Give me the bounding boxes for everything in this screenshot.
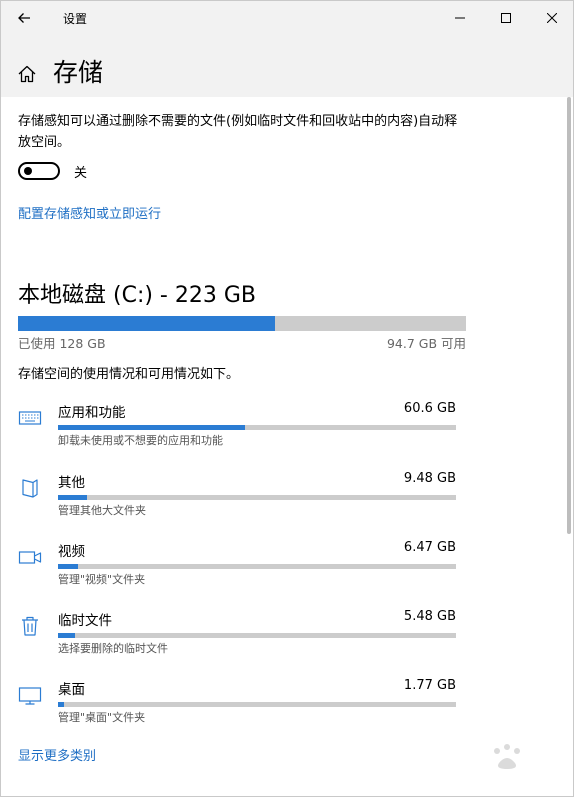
- category-subtitle: 管理"视频"文件夹: [58, 573, 146, 586]
- maximize-button[interactable]: [483, 1, 529, 35]
- title-bar[interactable]: 设置: [1, 1, 573, 35]
- drive-title: 本地磁盘 (C:) - 223 GB: [18, 283, 256, 308]
- category-name: 其他: [58, 475, 85, 491]
- category-bar: [58, 702, 456, 707]
- back-button[interactable]: [11, 6, 37, 30]
- category-bar-fill: [58, 495, 88, 500]
- category-temporary-files[interactable]: 临时文件 5.48 GB 选择要删除的临时文件: [1, 605, 573, 665]
- category-desktop[interactable]: 桌面 1.77 GB 管理"桌面"文件夹: [1, 674, 573, 734]
- toggle-state-label: 关: [74, 166, 88, 181]
- category-name: 视频: [58, 544, 85, 560]
- show-more-categories-link[interactable]: 显示更多类别: [18, 745, 96, 764]
- minimize-icon: [455, 17, 465, 19]
- back-arrow-icon: [18, 13, 30, 23]
- category-size: 1.77 GB: [403, 678, 456, 693]
- category-subtitle: 卸载未使用或不想要的应用和功能: [58, 434, 223, 447]
- book-icon: [22, 479, 38, 498]
- drive-usage-bar: [18, 316, 466, 331]
- category-name: 桌面: [58, 682, 85, 698]
- minimize-button[interactable]: [437, 1, 483, 35]
- category-subtitle: 选择要删除的临时文件: [58, 642, 168, 655]
- close-icon: [547, 13, 557, 23]
- category-bar-fill: [58, 425, 246, 430]
- usage-description: 存储空间的使用情况和可用情况如下。: [18, 367, 240, 382]
- watermark-logo: [494, 744, 520, 769]
- category-size: 9.48 GB: [403, 471, 456, 486]
- settings-window: 设置 存储 存储感知可以通过删除不需要的文件(例如临时文件和回收站中的内容)自动…: [0, 0, 574, 797]
- category-bar-fill: [58, 564, 78, 569]
- storage-sense-description: 存储感知可以通过删除不需要的文件(例如临时文件和回收站中的内容)自动释放空间。: [18, 114, 458, 150]
- category-apps[interactable]: 应用和功能 60.6 GB 卸载未使用或不想要的应用和功能: [1, 397, 573, 457]
- window-title: 设置: [63, 12, 88, 26]
- page-title: 存储: [53, 58, 104, 87]
- monitor-icon: [18, 687, 42, 705]
- category-bar: [58, 633, 456, 638]
- storage-sense-toggle[interactable]: [18, 162, 60, 180]
- keyboard-icon: [18, 411, 42, 425]
- category-subtitle: 管理"桌面"文件夹: [58, 711, 146, 724]
- category-name: 应用和功能: [58, 405, 126, 421]
- configure-storage-sense-link[interactable]: 配置存储感知或立即运行: [18, 203, 161, 222]
- category-bar: [58, 495, 456, 500]
- trash-icon: [22, 616, 38, 636]
- category-size: 6.47 GB: [403, 540, 456, 555]
- drive-usage-fill: [18, 316, 276, 331]
- category-bar-fill: [58, 633, 76, 638]
- home-icon[interactable]: [16, 63, 38, 85]
- maximize-icon: [501, 13, 511, 23]
- category-bar-fill: [58, 702, 64, 707]
- category-name: 临时文件: [58, 613, 112, 629]
- category-bar: [58, 564, 456, 569]
- header-area: 设置 存储: [1, 1, 573, 97]
- category-size: 5.48 GB: [403, 609, 456, 624]
- category-other[interactable]: 其他 9.48 GB 管理其他大文件夹: [1, 467, 573, 527]
- toggle-knob: [24, 167, 32, 175]
- category-subtitle: 管理其他大文件夹: [58, 504, 146, 517]
- scrollbar[interactable]: [567, 97, 571, 534]
- drive-used-label: 已使用 128 GB: [18, 336, 106, 351]
- category-size: 60.6 GB: [403, 401, 456, 416]
- video-camera-icon: [18, 551, 42, 564]
- category-videos[interactable]: 视频 6.47 GB 管理"视频"文件夹: [1, 536, 573, 596]
- drive-free-label: 94.7 GB 可用: [386, 336, 466, 351]
- close-button[interactable]: [529, 1, 574, 35]
- category-bar: [58, 425, 456, 430]
